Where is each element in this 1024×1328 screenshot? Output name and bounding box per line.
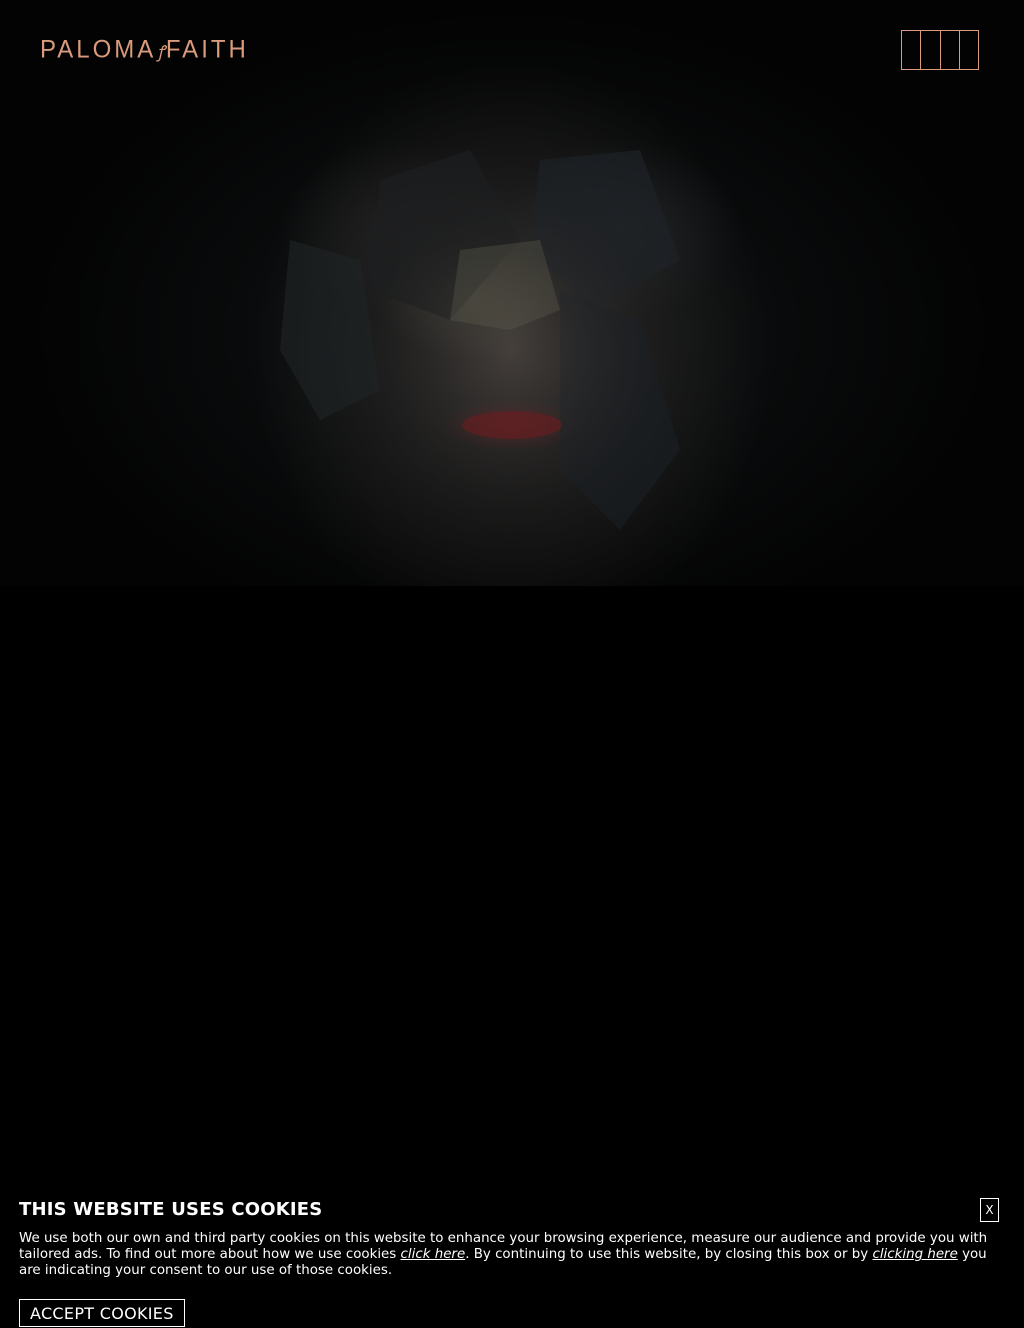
logo-joiner: ꝭ (157, 41, 165, 62)
site-logo[interactable]: PALOMAꝭFAITH (40, 35, 249, 64)
cookie-description: We use both our own and third party cook… (19, 1231, 1009, 1279)
cookie-banner (0, 586, 1024, 768)
hamburger-vertical-bars-icon (902, 31, 922, 69)
logo-text-faith: FAITH (165, 35, 249, 64)
menu-bar-2 (921, 31, 941, 69)
menu-bar-4 (960, 31, 978, 69)
cookie-policy-link[interactable]: click here (401, 1247, 466, 1262)
hero-image (280, 150, 680, 530)
cookie-accept-link[interactable]: clicking here (872, 1247, 957, 1262)
accept-cookies-button[interactable]: ACCEPT COOKIES (19, 1299, 185, 1327)
cookie-close-button[interactable]: X (980, 1198, 999, 1222)
cookie-text-part2: . By continuing to use this website, by … (465, 1247, 873, 1262)
logo-text-paloma: PALOMA (40, 35, 157, 64)
menu-bar-3 (941, 31, 960, 69)
menu-button[interactable] (901, 30, 979, 70)
cookie-title: THIS WEBSITE USES COOKIES (19, 1199, 323, 1220)
